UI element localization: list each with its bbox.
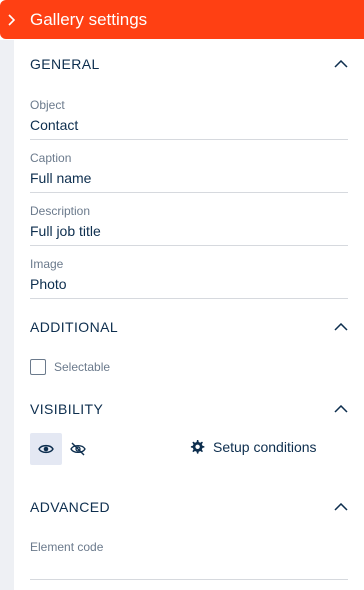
checkbox-box[interactable] [30,359,46,375]
setup-conditions-label: Setup conditions [213,439,317,455]
object-field[interactable]: Object Contact [30,98,348,140]
field-value: Full job title [30,223,101,239]
field-label: Object [30,98,65,112]
field-label: Element code [30,540,104,554]
panel-header: Gallery settings [0,0,364,39]
section-additional-header[interactable]: ADDITIONAL [30,316,348,338]
panel-title: Gallery settings [30,9,148,29]
selectable-checkbox[interactable]: Selectable [30,359,110,375]
chevron-up-icon [334,323,348,331]
visibility-toggle [30,433,94,465]
section-advanced-header[interactable]: ADVANCED [30,496,348,518]
field-label: Image [30,257,64,271]
section-title: ADVANCED [30,499,110,515]
left-rail [0,40,14,590]
section-title: VISIBILITY [30,401,104,417]
setup-conditions-button[interactable]: Setup conditions [189,439,317,455]
eye-icon [38,444,54,454]
section-title: ADDITIONAL [30,319,119,335]
hidden-button[interactable] [62,433,94,465]
caption-field[interactable]: Caption Full name [30,151,348,193]
section-title: GENERAL [30,56,100,72]
section-visibility-header[interactable]: VISIBILITY [30,398,348,420]
chevron-up-icon [334,503,348,511]
eye-off-icon [70,442,86,456]
field-value: Contact [30,117,79,133]
chevron-up-icon [334,405,348,413]
chevron-up-icon [334,60,348,68]
chevron-right-icon [8,13,15,26]
field-label: Description [30,204,91,218]
field-label: Caption [30,151,72,165]
collapse-panel-button[interactable] [0,0,22,39]
visible-button[interactable] [30,433,62,465]
section-general-header[interactable]: GENERAL [30,53,348,75]
checkbox-label: Selectable [54,360,111,374]
description-field[interactable]: Description Full job title [30,204,348,246]
field-value: Full name [30,170,92,186]
field-value: Photo [30,276,67,292]
gear-icon [190,440,205,454]
element-code-field[interactable]: Element code [30,540,348,580]
image-field[interactable]: Image Photo [30,257,348,299]
